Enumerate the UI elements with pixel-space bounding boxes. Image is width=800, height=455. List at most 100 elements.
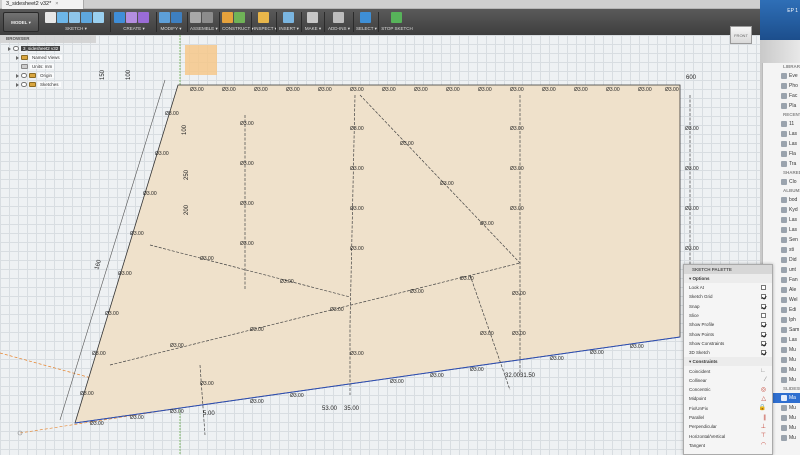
sidebar-item[interactable]: Fla	[763, 149, 800, 159]
expand-arrow-icon[interactable]	[16, 73, 19, 78]
palette-option-3d-sketch[interactable]: 3D Sketch	[684, 348, 772, 357]
sketch-group[interactable]: SKETCH ▾	[45, 11, 107, 33]
insert-image-icon[interactable]	[283, 12, 294, 23]
palette-option-slice[interactable]: Slice	[684, 311, 772, 320]
visibility-eye-icon[interactable]	[21, 82, 27, 87]
palette-option-snap[interactable]: Snap	[684, 302, 772, 311]
fillet-icon[interactable]	[171, 12, 182, 23]
palette-option-show-profile[interactable]: Show Profile	[684, 320, 772, 329]
option-checkbox[interactable]	[761, 322, 766, 328]
browser-node-sketches[interactable]: Sketches	[16, 80, 61, 89]
scripts-icon[interactable]	[333, 12, 344, 23]
close-tab-icon[interactable]: ×	[55, 1, 58, 7]
select-group[interactable]: SELECT ▾	[356, 11, 377, 33]
view-cube-front-face[interactable]: FRONT	[730, 26, 752, 44]
sidebar-item[interactable]: Las	[763, 225, 800, 235]
measure-icon[interactable]	[258, 12, 269, 23]
rectangle-icon[interactable]	[69, 12, 80, 23]
option-checkbox[interactable]	[761, 303, 766, 309]
insert-group[interactable]: INSERT ▾	[279, 11, 299, 33]
sketch-canvas[interactable]: Ø3.00 Ø3.00 Ø3.00 Ø3.00 Ø3.00 Ø3.00 Ø3.0…	[0, 35, 760, 455]
joint-icon[interactable]	[202, 12, 213, 23]
press-pull-icon[interactable]	[159, 12, 170, 23]
option-checkbox[interactable]	[761, 313, 766, 319]
sidebar-item[interactable]: 11	[763, 119, 800, 129]
line-icon[interactable]	[57, 12, 68, 23]
constraint-icon[interactable]: ⊤	[761, 433, 766, 439]
browser-header[interactable]: BROWSER	[0, 35, 96, 43]
new-component-icon[interactable]	[190, 12, 201, 23]
browser-node-origin[interactable]: Origin	[16, 71, 55, 80]
3d-print-icon[interactable]	[307, 12, 318, 23]
constraint-coincident[interactable]: Coincident ∟	[684, 366, 772, 375]
arc-icon[interactable]	[93, 12, 104, 23]
constraints-section-header[interactable]: ▾ Constraints	[684, 357, 772, 367]
document-tab[interactable]: 3_sidesheet2 v32* ×	[2, 0, 84, 9]
origin-plane[interactable]	[185, 45, 217, 75]
expand-arrow-icon[interactable]	[8, 46, 11, 51]
stop-sketch-icon[interactable]	[391, 12, 402, 23]
expand-arrow-icon[interactable]	[16, 55, 19, 60]
option-checkbox[interactable]	[761, 285, 766, 291]
extrude-icon[interactable]	[114, 12, 125, 23]
stop-sketch-button[interactable]: STOP SKETCH	[381, 11, 413, 33]
constraint-collinear[interactable]: Collinear ⁄	[684, 376, 772, 385]
browser-node-named-views[interactable]: Named Views	[16, 53, 62, 62]
add-ins-group[interactable]: ADD-INS ▾	[327, 11, 351, 33]
assemble-group[interactable]: ASSEMBLE ▾	[190, 11, 218, 33]
sidebar-item[interactable]: Las	[763, 215, 800, 225]
constraint-icon[interactable]: ∥	[763, 415, 766, 421]
constraint-icon[interactable]: ⁄	[765, 377, 766, 383]
constraint-icon[interactable]: 🔒	[759, 405, 766, 411]
sidebar-item[interactable]: Clo	[763, 177, 800, 187]
constraint-icon[interactable]: ∟	[760, 368, 766, 374]
palette-option-look-at[interactable]: Look At	[684, 283, 772, 292]
sidebar-item[interactable]: bod	[763, 195, 800, 205]
constraint-icon[interactable]: ◎	[761, 387, 766, 393]
sidebar-item[interactable]: Sen	[763, 235, 800, 245]
constraint-fix-unfix[interactable]: Fix/UnFix 🔒	[684, 404, 772, 413]
option-checkbox[interactable]	[761, 331, 766, 337]
sidebar-item[interactable]: Las	[763, 139, 800, 149]
palette-option-show-constraints[interactable]: Show Constraints	[684, 339, 772, 348]
constraint-concentric[interactable]: Concentric ◎	[684, 385, 772, 394]
constraint-icon[interactable]: ◠	[761, 442, 766, 448]
sidebar-item[interactable]: Pho	[763, 81, 800, 91]
visibility-eye-icon[interactable]	[21, 73, 27, 78]
palette-option-show-points[interactable]: Show Points	[684, 329, 772, 338]
sketch-drawing[interactable]: Ø3.00 Ø3.00 Ø3.00 Ø3.00 Ø3.00 Ø3.00 Ø3.0…	[0, 35, 760, 455]
palette-option-sketch-grid[interactable]: Sketch Grid	[684, 292, 772, 301]
sidebar-item[interactable]: sti	[763, 245, 800, 255]
create-sketch-icon[interactable]	[45, 12, 56, 23]
offset-plane-icon[interactable]	[222, 12, 233, 23]
sidebar-item[interactable]: Eve	[763, 71, 800, 81]
make-group[interactable]: MAKE ▾	[304, 11, 322, 33]
create-group[interactable]: CREATE ▾	[114, 11, 154, 33]
browser-root-node[interactable]: 3_sidesheet2 v32	[8, 44, 61, 53]
revolve-icon[interactable]	[138, 12, 149, 23]
visibility-eye-icon[interactable]	[13, 46, 19, 51]
axis-icon[interactable]	[234, 12, 245, 23]
sidebar-item[interactable]: Pla	[763, 101, 800, 111]
option-checkbox[interactable]	[761, 294, 766, 300]
sidebar-item[interactable]: Kyd	[763, 205, 800, 215]
constraint-icon[interactable]: △	[761, 396, 766, 402]
select-arrow-icon[interactable]	[360, 12, 371, 23]
options-section-header[interactable]: ▾ Options	[684, 274, 772, 283]
workspace-switcher-button[interactable]: MODEL ▾	[3, 12, 39, 32]
option-checkbox[interactable]	[761, 340, 766, 346]
sidebar-item[interactable]: Tra	[763, 159, 800, 169]
browser-node-units[interactable]: Units: mm	[16, 62, 55, 71]
view-cube[interactable]: FRONT	[726, 22, 756, 46]
inspect-group[interactable]: INSPECT ▾	[254, 11, 277, 33]
box-icon[interactable]	[126, 12, 137, 23]
constraint-perpendicular[interactable]: Perpendicular ⊥	[684, 422, 772, 431]
constraint-horizontal-vertical[interactable]: Horizontal/Vertical ⊤	[684, 431, 772, 440]
sidebar-item[interactable]: Las	[763, 129, 800, 139]
modify-group[interactable]: MODIFY ▾	[159, 11, 183, 33]
constraint-midpoint[interactable]: Midpoint △	[684, 394, 772, 403]
constraint-parallel[interactable]: Parallel ∥	[684, 413, 772, 422]
construct-group[interactable]: CONSTRUCT ▾	[222, 11, 254, 33]
sketch-palette-title[interactable]: SKETCH PALETTE	[684, 265, 772, 274]
expand-arrow-icon[interactable]	[16, 82, 19, 87]
